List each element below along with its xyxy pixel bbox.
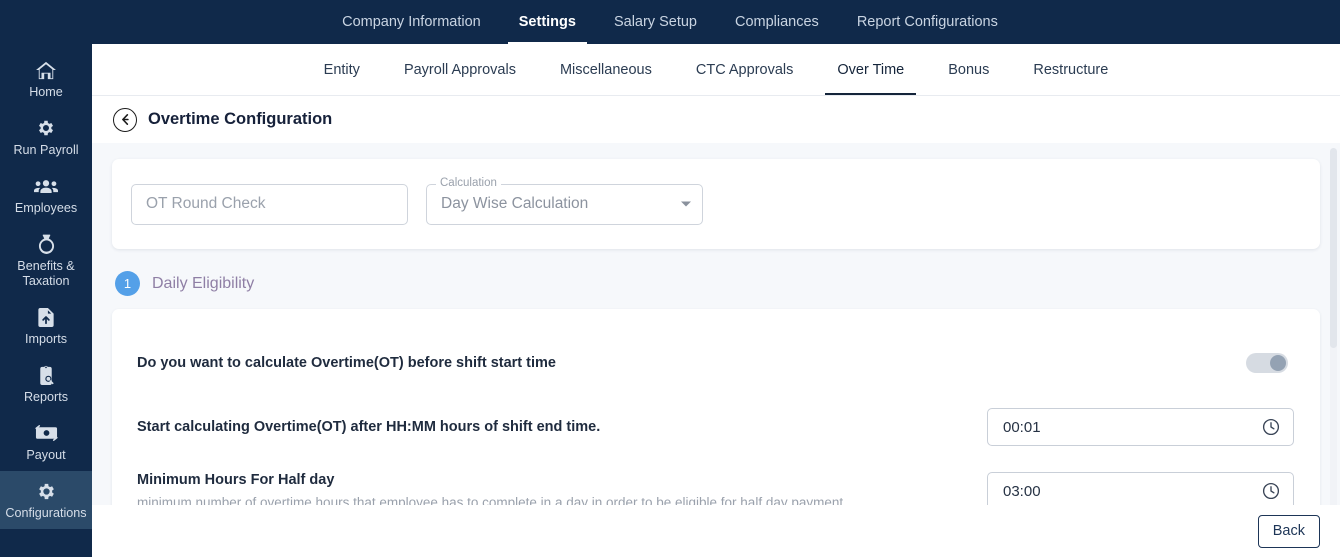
chevron-down-icon[interactable] [681, 201, 691, 207]
sidebar-item-home[interactable]: Home [0, 50, 92, 108]
table-row: Do you want to calculate Overtime(OT) be… [137, 331, 1294, 395]
topnav-item-compliances[interactable]: Compliances [716, 0, 838, 44]
ot-before-shift-start-toggle[interactable] [1246, 353, 1288, 373]
sidebar: Home Run Payroll Employees Benefits & Ta… [0, 44, 92, 557]
tab-over-time[interactable]: Over Time [815, 45, 926, 95]
calculation-selected-value: Day Wise Calculation [441, 195, 589, 212]
row-label-wrapper: Start calculating Overtime(OT) after HH:… [137, 417, 600, 437]
tab-restructure[interactable]: Restructure [1011, 45, 1130, 95]
calculation-select-wrapper: Day Wise Calculation Calculation [426, 176, 703, 225]
row-label: Do you want to calculate Overtime(OT) be… [137, 355, 556, 371]
gear-icon [36, 480, 57, 502]
step-header: 1 Daily Eligibility [112, 271, 1320, 296]
row-label: Start calculating Overtime(OT) after HH:… [137, 419, 601, 435]
time-value: 00:01 [1003, 418, 1041, 436]
topnav-item-company-information[interactable]: Company Information [323, 0, 500, 44]
gear-icon [36, 117, 56, 139]
top-nav-list: Company Information Settings Salary Setu… [323, 0, 1017, 44]
cash-exchange-icon [34, 422, 58, 444]
tab-payroll-approvals[interactable]: Payroll Approvals [382, 45, 538, 95]
top-navigation-bar: Company Information Settings Salary Setu… [0, 0, 1340, 44]
ot-start-after-time-input[interactable]: 00:01 [987, 408, 1294, 446]
sub-navigation-tabs: Entity Payroll Approvals Miscellaneous C… [92, 44, 1340, 96]
toggle-knob [1270, 355, 1286, 371]
ot-round-check-placeholder: OT Round Check [146, 195, 266, 212]
sidebar-item-employees[interactable]: Employees [0, 166, 92, 224]
people-icon [34, 175, 58, 197]
footer-bar: Back [92, 505, 1340, 557]
overtime-top-card: OT Round Check Day Wise Calculation Calc… [112, 159, 1320, 249]
circle-arrow-left-icon[interactable] [113, 107, 137, 132]
back-button[interactable]: Back [1257, 514, 1320, 548]
table-row: Start calculating Overtime(OT) after HH:… [137, 395, 1294, 459]
sidebar-item-payout[interactable]: Payout [0, 413, 92, 471]
settings-scroll-area: OT Round Check Day Wise Calculation Calc… [92, 143, 1340, 549]
sidebar-item-label: Payout [26, 448, 66, 462]
scrollbar-thumb[interactable] [1330, 148, 1337, 348]
time-value: 03:00 [1003, 482, 1041, 500]
clock-icon[interactable] [1262, 482, 1280, 500]
sidebar-item-run-payroll[interactable]: Run Payroll [0, 108, 92, 166]
topnav-item-salary-setup[interactable]: Salary Setup [595, 0, 716, 44]
step-number-badge: 1 [115, 271, 140, 296]
step-title: Daily Eligibility [152, 274, 255, 292]
sidebar-item-label: Imports [25, 332, 67, 346]
sidebar-item-label: Home [29, 85, 63, 99]
tab-entity[interactable]: Entity [302, 45, 382, 95]
sidebar-item-label: Employees [14, 201, 78, 215]
report-search-icon [37, 364, 55, 386]
topnav-item-settings[interactable]: Settings [500, 0, 595, 44]
money-bag-icon [38, 233, 55, 255]
calculation-select-label: Calculation [436, 176, 501, 190]
tab-bonus[interactable]: Bonus [926, 45, 1011, 95]
sidebar-item-label: Benefits & Taxation [17, 259, 75, 288]
page-header: Overtime Configuration [92, 96, 1340, 143]
page-title: Overtime Configuration [148, 110, 333, 128]
calculation-select[interactable]: Day Wise Calculation [426, 183, 703, 225]
app-root: Company Information Settings Salary Setu… [0, 0, 1340, 557]
main-content: Entity Payroll Approvals Miscellaneous C… [92, 44, 1340, 557]
tab-miscellaneous[interactable]: Miscellaneous [538, 45, 674, 95]
topnav-item-report-configurations[interactable]: Report Configurations [838, 0, 1017, 44]
row-label: Minimum Hours For Half day [137, 472, 335, 488]
sidebar-item-imports[interactable]: Imports [0, 297, 92, 355]
sidebar-item-label: Configurations [5, 506, 87, 520]
sidebar-item-benefits-taxation[interactable]: Benefits & Taxation [0, 224, 92, 297]
sidebar-item-label: Run Payroll [13, 143, 79, 157]
sidebar-item-configurations[interactable]: Configurations [0, 471, 92, 529]
row-label-wrapper: Do you want to calculate Overtime(OT) be… [137, 353, 556, 373]
sidebar-item-label: Reports [23, 390, 69, 404]
sidebar-item-reports[interactable]: Reports [0, 355, 92, 413]
tab-ctc-approvals[interactable]: CTC Approvals [674, 45, 816, 95]
ot-round-check-input[interactable]: OT Round Check [131, 183, 408, 225]
file-upload-icon [37, 306, 55, 328]
clock-icon[interactable] [1262, 418, 1280, 436]
home-icon [35, 59, 57, 81]
